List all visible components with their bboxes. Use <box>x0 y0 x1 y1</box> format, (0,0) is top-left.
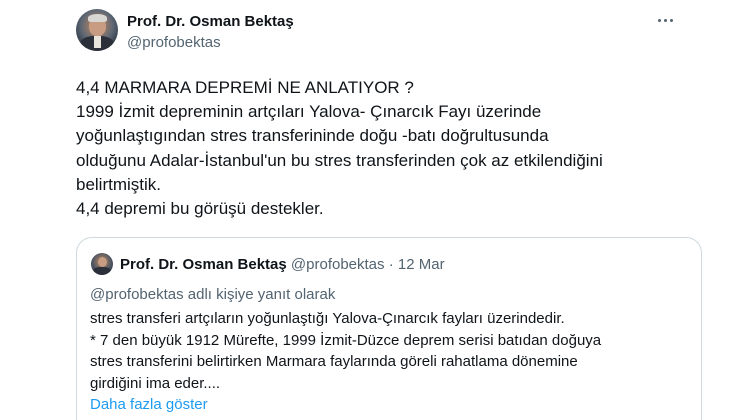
author-display-name[interactable]: Prof. Dr. Osman Bektaş <box>127 13 294 30</box>
quoted-tweet-date: 12 Mar <box>397 256 445 273</box>
author-handle[interactable]: @profobektas <box>127 34 221 51</box>
quoted-tweet-header: Prof. Dr. Osman Bektaş @profobektas · 12… <box>120 256 445 273</box>
avatar-hair <box>88 14 107 22</box>
quoted-tweet-text: stres transferi artçıların yoğunlaştığı … <box>90 308 601 394</box>
quoted-author-handle: @profobektas <box>290 256 385 273</box>
tweet-text: 4,4 MARMARA DEPREMİ NE ANLATIYOR ? 1999 … <box>76 76 716 221</box>
tweet-text-line: belirtmiştik. <box>76 174 162 194</box>
quoted-author-avatar <box>91 253 113 275</box>
avatar-suit <box>93 267 111 275</box>
meta-separator: · <box>388 256 394 273</box>
quoted-text-line: stres transferini belirtirken Marmara fa… <box>90 353 578 370</box>
tweet-text-line: 4,4 MARMARA DEPREMİ NE ANLATIYOR ? <box>76 78 414 97</box>
tweet-text-line: olduğunu Adalar-İstanbul'un bu stres tra… <box>76 150 603 170</box>
quoted-text-line: girdiğini ima eder.... <box>90 374 221 392</box>
more-dot <box>657 18 661 22</box>
tweet-text-line: yoğunlaştıgından stres transferininde do… <box>76 126 549 146</box>
tweet-text-line: 1999 İzmit depreminin artçıları Yalova- … <box>76 102 542 122</box>
quoted-text-line: stres transferi artçıların yoğunlaştığı … <box>90 310 565 327</box>
tweet-text-line: 4,4 depremi bu görüşü destekler. <box>76 199 324 219</box>
more-dot <box>663 18 667 22</box>
author-avatar[interactable] <box>76 9 118 51</box>
quoted-text-line: * 7 den büyük 1912 Mürefte, 1999 İzmit-D… <box>90 331 602 349</box>
tweet-page: Prof. Dr. Osman Bektaş @profobektas 4,4 … <box>0 0 730 420</box>
avatar-face <box>98 257 107 267</box>
more-horizontal-icon[interactable] <box>652 10 678 30</box>
avatar-shirt <box>94 36 101 48</box>
more-dot <box>669 18 673 22</box>
reply-context: @profobektas adlı kişiye yanıt olarak <box>90 286 336 303</box>
quoted-author-name: Prof. Dr. Osman Bektaş <box>120 256 287 273</box>
quoted-tweet-card[interactable]: Prof. Dr. Osman Bektaş @profobektas · 12… <box>76 237 702 420</box>
show-more-link[interactable]: Daha fazla göster <box>90 396 208 413</box>
